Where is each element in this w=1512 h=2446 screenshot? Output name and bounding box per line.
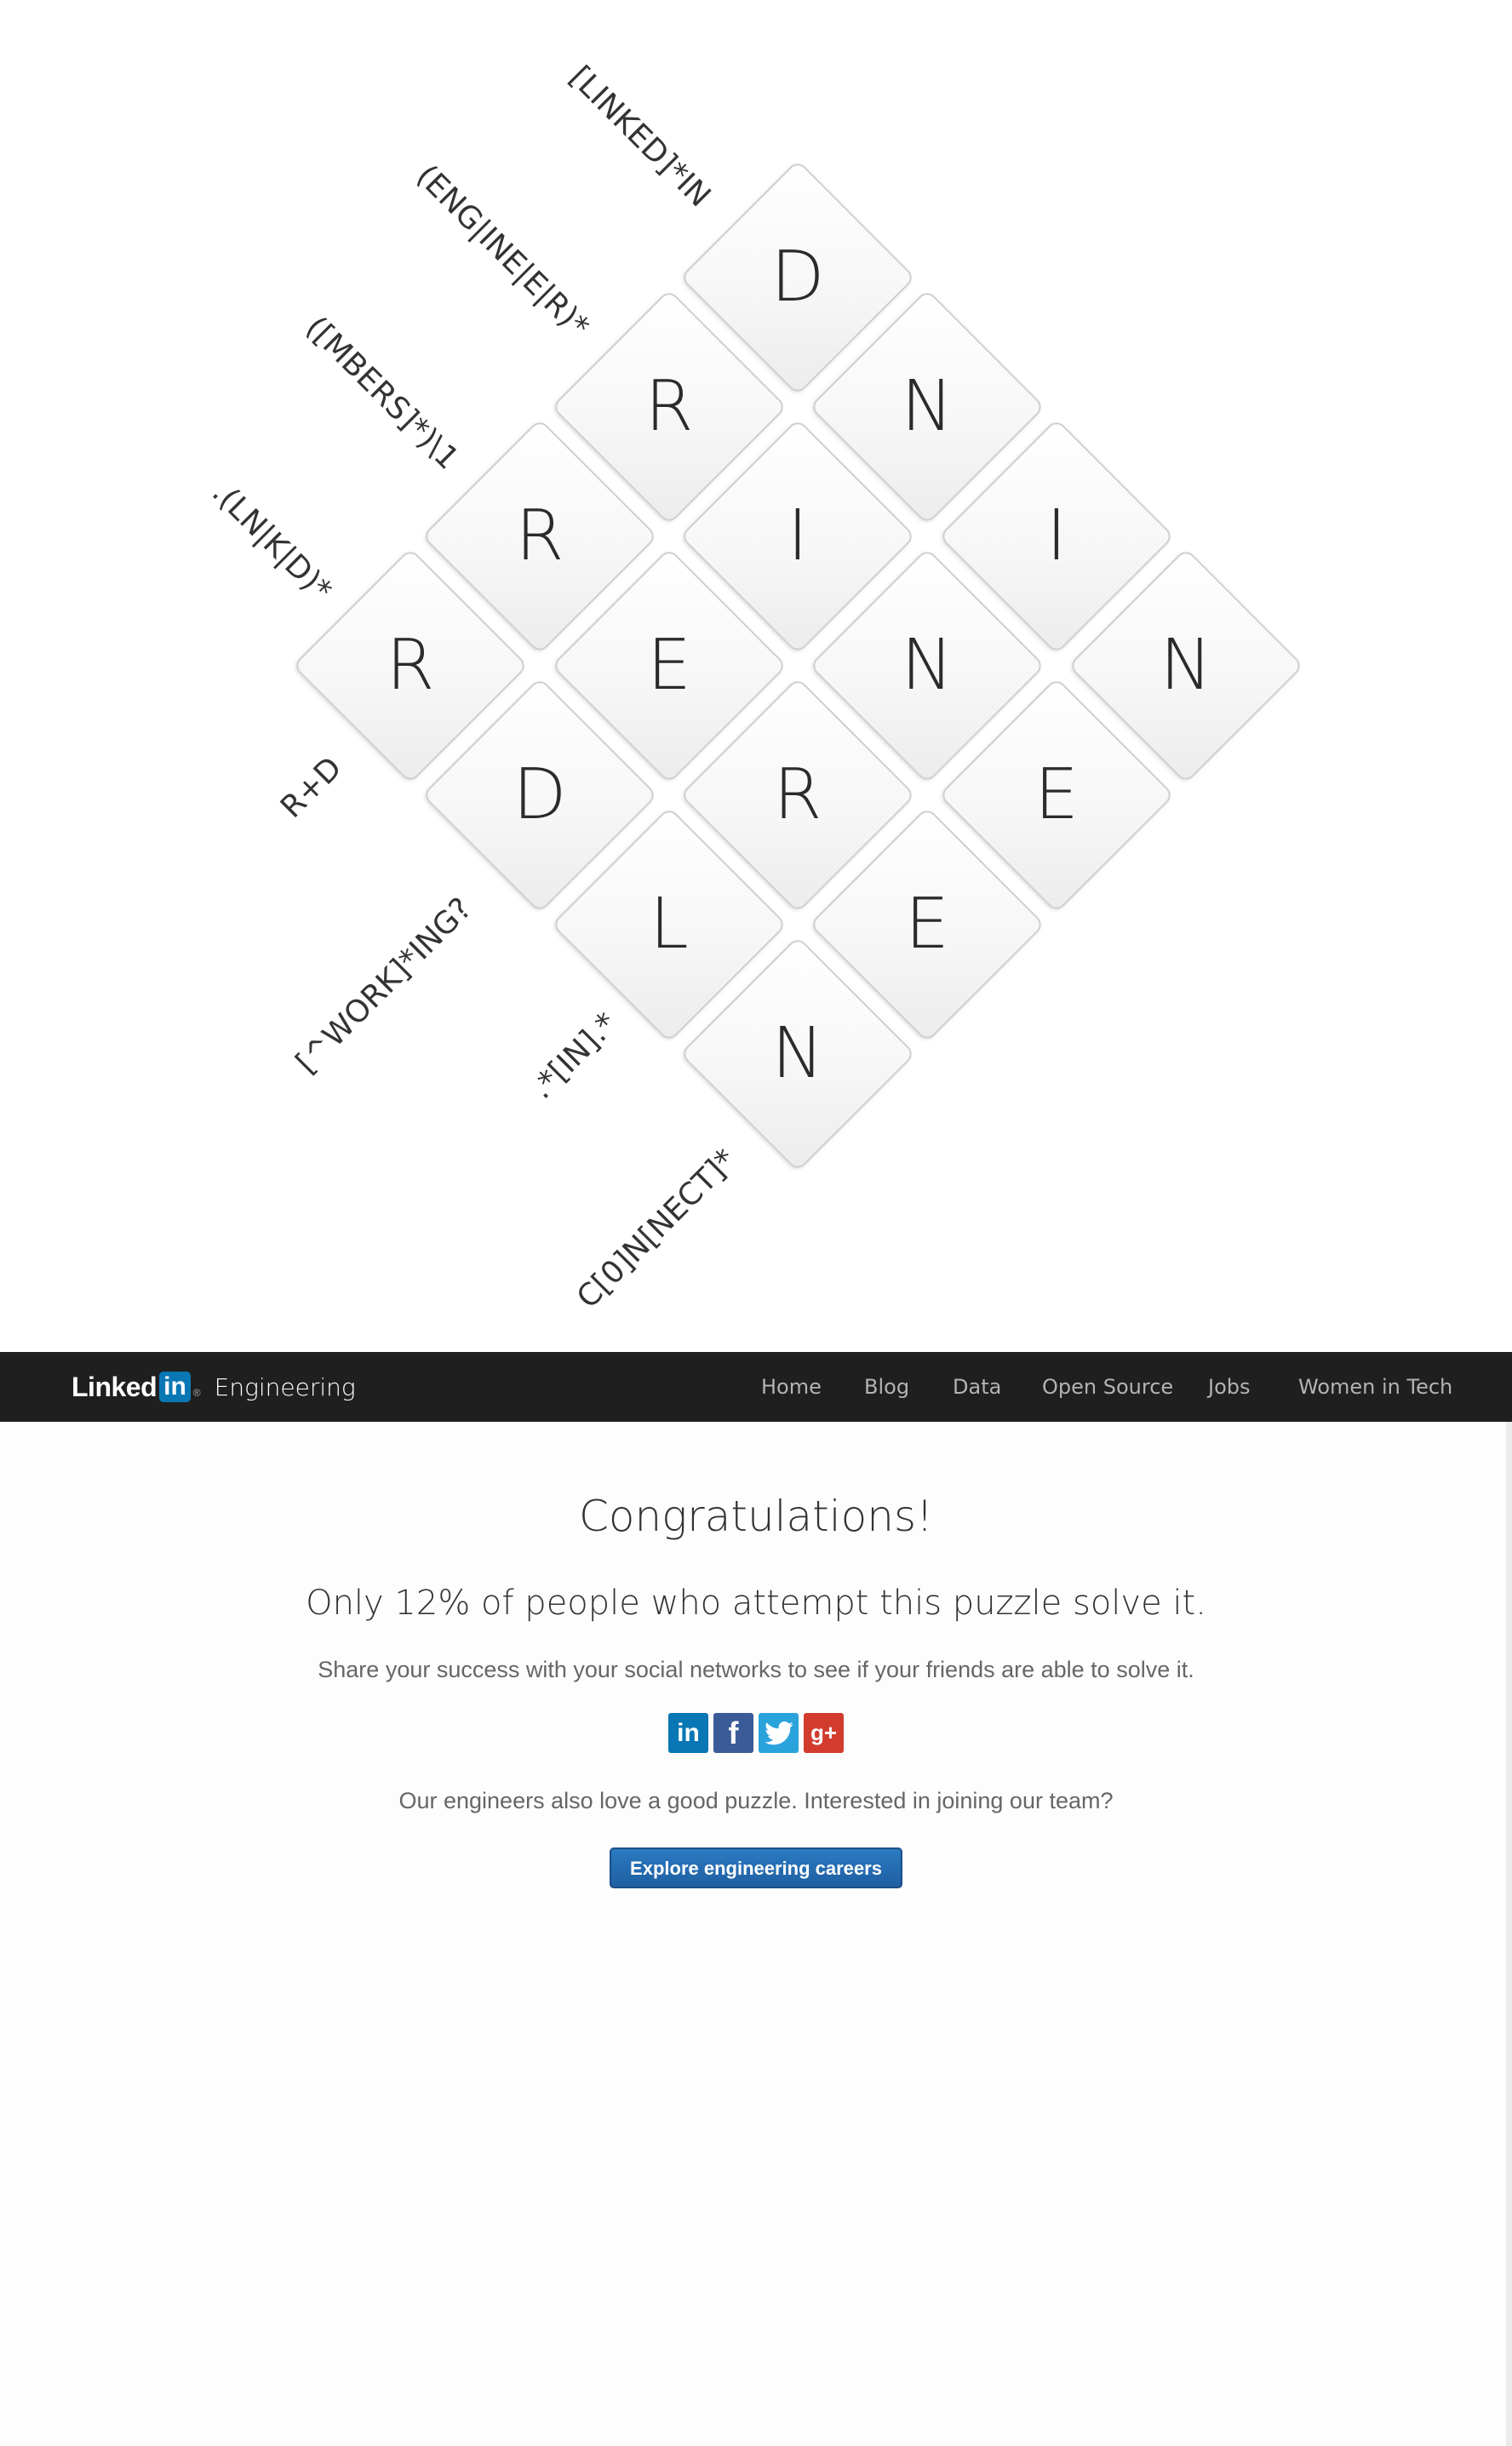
share-prompt: Share your success with your social netw… [318, 1657, 1194, 1682]
cell-letter: N [771, 1013, 824, 1094]
congratulations-heading: Congratulations! [578, 1492, 934, 1541]
clue-label: C[0]N[NECT]* [570, 1143, 743, 1315]
scrollbar-track[interactable] [1506, 1422, 1512, 2446]
linkedin-engineering-logo[interactable]: Linked in ® Engineering [72, 1368, 356, 1406]
social-share-buttons: in f g+ [0, 1713, 1512, 1753]
facebook-icon[interactable]: f [713, 1713, 753, 1753]
logo-in-badge: in [159, 1372, 191, 1402]
nav-home[interactable]: Home [761, 1352, 822, 1422]
logo-registered-mark: ® [192, 1387, 201, 1399]
careers-prompt: Our engineers also love a good puzzle. I… [398, 1788, 1114, 1813]
logo-engineering-text: Engineering [214, 1372, 356, 1401]
explore-careers-button[interactable]: Explore engineering careers [610, 1847, 902, 1888]
careers-button-wrap: Explore engineering careers [0, 1847, 1512, 1888]
solve-rate-text: Only 12% of people who attempt this puzz… [306, 1584, 1206, 1623]
top-navbar: Linked in ® Engineering Home Blog Data O… [0, 1352, 1512, 1422]
nav-open-source[interactable]: Open Source [1042, 1352, 1173, 1422]
linkedin-icon[interactable]: in [668, 1713, 708, 1753]
clue-label: [LINKED]*IN [563, 60, 718, 215]
clue-label: .(LN|K|D)* [205, 475, 339, 609]
clue-label: ([MBERS]*)\1 [299, 310, 466, 477]
clue-label: [^WORK]*ING? [289, 891, 479, 1080]
nav-jobs[interactable]: Jobs [1208, 1352, 1251, 1422]
nav-women-in-tech[interactable]: Women in Tech [1298, 1352, 1452, 1422]
google-plus-icon[interactable]: g+ [804, 1713, 844, 1753]
logo-linked-text: Linked [72, 1371, 158, 1402]
twitter-icon[interactable] [759, 1713, 799, 1753]
nav-data[interactable]: Data [953, 1352, 1001, 1422]
regex-crossword-puzzle: D R N R I I R E N N D R E L E N [LINKED]… [0, 0, 1512, 1352]
nav-blog[interactable]: Blog [864, 1352, 909, 1422]
clue-label: (ENG|INE|E|R)* [410, 158, 596, 345]
puzzle-cell[interactable]: N [679, 935, 917, 1173]
